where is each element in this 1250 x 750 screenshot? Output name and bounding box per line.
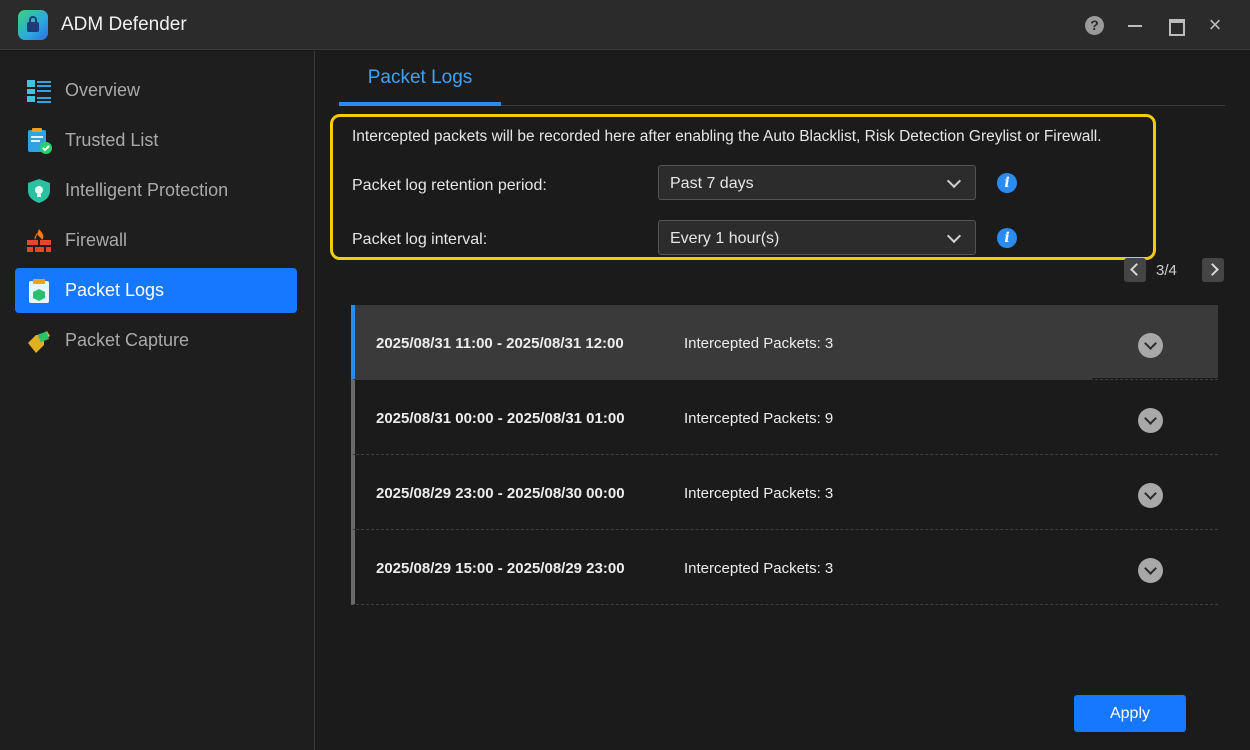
sidebar-item-packet-capture[interactable]: Packet Capture: [15, 318, 297, 363]
sidebar-item-packet-logs[interactable]: Packet Logs: [15, 268, 297, 313]
minimize-icon[interactable]: [1125, 15, 1145, 35]
log-interval-select[interactable]: Every 1 hour(s): [658, 220, 976, 255]
log-interval-value: Every 1 hour(s): [670, 230, 780, 247]
intro-text: Intercepted packets will be recorded her…: [352, 128, 1102, 145]
sidebar-item-label: Trusted List: [65, 130, 159, 150]
app-logo-icon: [18, 10, 48, 40]
retention-period-value: Past 7 days: [670, 175, 754, 192]
sidebar-item-label: Firewall: [65, 230, 128, 250]
packet-log-list: 2025/08/31 11:00 - 2025/08/31 12:00 Inte…: [351, 305, 1218, 605]
log-time-range: 2025/08/31 00:00 - 2025/08/31 01:00: [376, 410, 625, 427]
sidebar: Overview Trusted List Intelligent Protec…: [0, 51, 315, 750]
title-bar: ADM Defender ? ×: [0, 0, 1250, 50]
sidebar-item-label: Overview: [65, 80, 141, 100]
interval-info-icon[interactable]: i: [997, 228, 1017, 248]
log-row[interactable]: 2025/08/29 23:00 - 2025/08/30 00:00 Inte…: [351, 455, 1218, 530]
firewall-icon: [27, 229, 51, 252]
overview-icon: [27, 80, 51, 103]
chevron-down-icon: [946, 173, 962, 189]
intelligent-protection-icon: [28, 179, 50, 203]
log-row[interactable]: 2025/08/31 00:00 - 2025/08/31 01:00 Inte…: [351, 380, 1218, 455]
tab-label: Packet Logs: [367, 67, 473, 88]
trusted-list-icon: [28, 128, 52, 154]
sidebar-item-intelligent-protection[interactable]: Intelligent Protection: [15, 168, 297, 213]
log-packet-count: Intercepted Packets: 3: [684, 335, 834, 352]
expand-chevron-icon[interactable]: [1138, 333, 1163, 358]
retention-period-label: Packet log retention period:: [352, 177, 547, 194]
sidebar-item-label: Packet Logs: [65, 280, 165, 300]
log-time-range: 2025/08/29 23:00 - 2025/08/30 00:00: [376, 485, 625, 502]
app-title: ADM Defender: [61, 14, 187, 35]
sidebar-item-label: Intelligent Protection: [65, 180, 229, 200]
tab-bar: Packet Logs: [339, 51, 1225, 106]
log-interval-label: Packet log interval:: [352, 231, 488, 248]
sidebar-item-label: Packet Capture: [65, 330, 190, 350]
log-row[interactable]: 2025/08/29 15:00 - 2025/08/29 23:00 Inte…: [351, 530, 1218, 605]
page-indicator: 3/4: [1156, 262, 1177, 279]
log-packet-count: Intercepted Packets: 9: [684, 410, 834, 427]
log-row[interactable]: 2025/08/31 11:00 - 2025/08/31 12:00 Inte…: [351, 305, 1218, 380]
packet-logs-icon: [29, 279, 49, 303]
retention-info-icon[interactable]: i: [997, 173, 1017, 193]
sidebar-item-trusted-list[interactable]: Trusted List: [15, 118, 297, 163]
packet-log-settings: Intercepted packets will be recorded her…: [330, 114, 1156, 260]
log-packet-count: Intercepted Packets: 3: [684, 560, 834, 577]
close-icon[interactable]: ×: [1205, 14, 1225, 36]
packet-capture-icon: [28, 331, 50, 353]
log-time-range: 2025/08/31 11:00 - 2025/08/31 12:00: [376, 335, 624, 352]
chevron-down-icon: [946, 228, 962, 244]
next-page-button[interactable]: [1202, 258, 1224, 282]
previous-page-button[interactable]: [1124, 258, 1146, 282]
apply-button[interactable]: Apply: [1074, 695, 1186, 732]
pagination: 3/4: [1124, 258, 1226, 282]
maximize-icon[interactable]: [1165, 15, 1185, 36]
expand-chevron-icon[interactable]: [1138, 558, 1163, 583]
tab-packet-logs[interactable]: Packet Logs: [339, 51, 501, 106]
sidebar-item-firewall[interactable]: Firewall: [15, 218, 297, 263]
log-time-range: 2025/08/29 15:00 - 2025/08/29 23:00: [376, 560, 625, 577]
help-icon[interactable]: ?: [1085, 16, 1104, 35]
log-packet-count: Intercepted Packets: 3: [684, 485, 834, 502]
sidebar-item-overview[interactable]: Overview: [15, 68, 297, 113]
retention-period-select[interactable]: Past 7 days: [658, 165, 976, 200]
expand-chevron-icon[interactable]: [1138, 408, 1163, 433]
expand-chevron-icon[interactable]: [1138, 483, 1163, 508]
main-panel: Packet Logs Intercepted packets will be …: [316, 51, 1250, 750]
